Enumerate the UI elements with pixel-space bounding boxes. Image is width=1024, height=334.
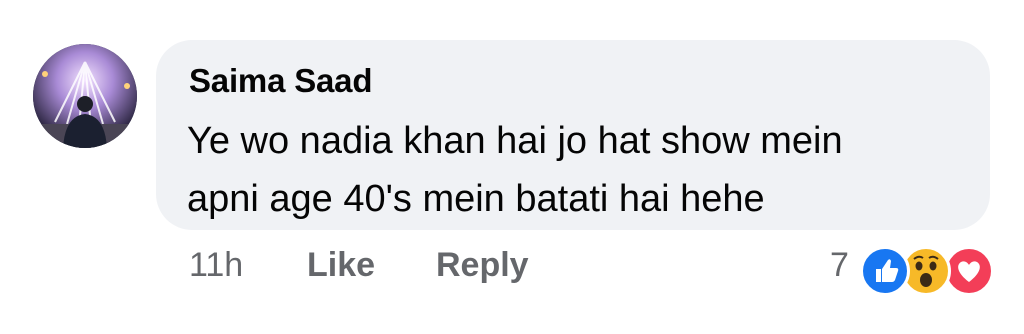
avatar[interactable] bbox=[33, 44, 137, 148]
like-icon bbox=[860, 246, 910, 296]
comment-author[interactable]: Saima Saad bbox=[189, 62, 372, 100]
love-icon bbox=[944, 246, 994, 296]
timestamp-link[interactable]: 11h bbox=[189, 246, 243, 285]
like-button[interactable]: Like bbox=[307, 246, 375, 285]
comment-text-line: Ye wo nadia khan hai jo hat show mein bbox=[187, 120, 843, 162]
avatar-photo bbox=[33, 44, 137, 148]
comment-text-line: apni age 40's mein batati hai hehe bbox=[187, 178, 765, 220]
comment-text: Ye wo nadia khan hai jo hat show mein ap… bbox=[187, 112, 967, 228]
reply-button[interactable]: Reply bbox=[436, 246, 529, 285]
reaction-count: 7 bbox=[830, 246, 849, 284]
comment-actions: 11h Like Reply 7 bbox=[0, 246, 1024, 296]
comment-bubble: Saima Saad Ye wo nadia khan hai jo hat s… bbox=[156, 40, 990, 230]
